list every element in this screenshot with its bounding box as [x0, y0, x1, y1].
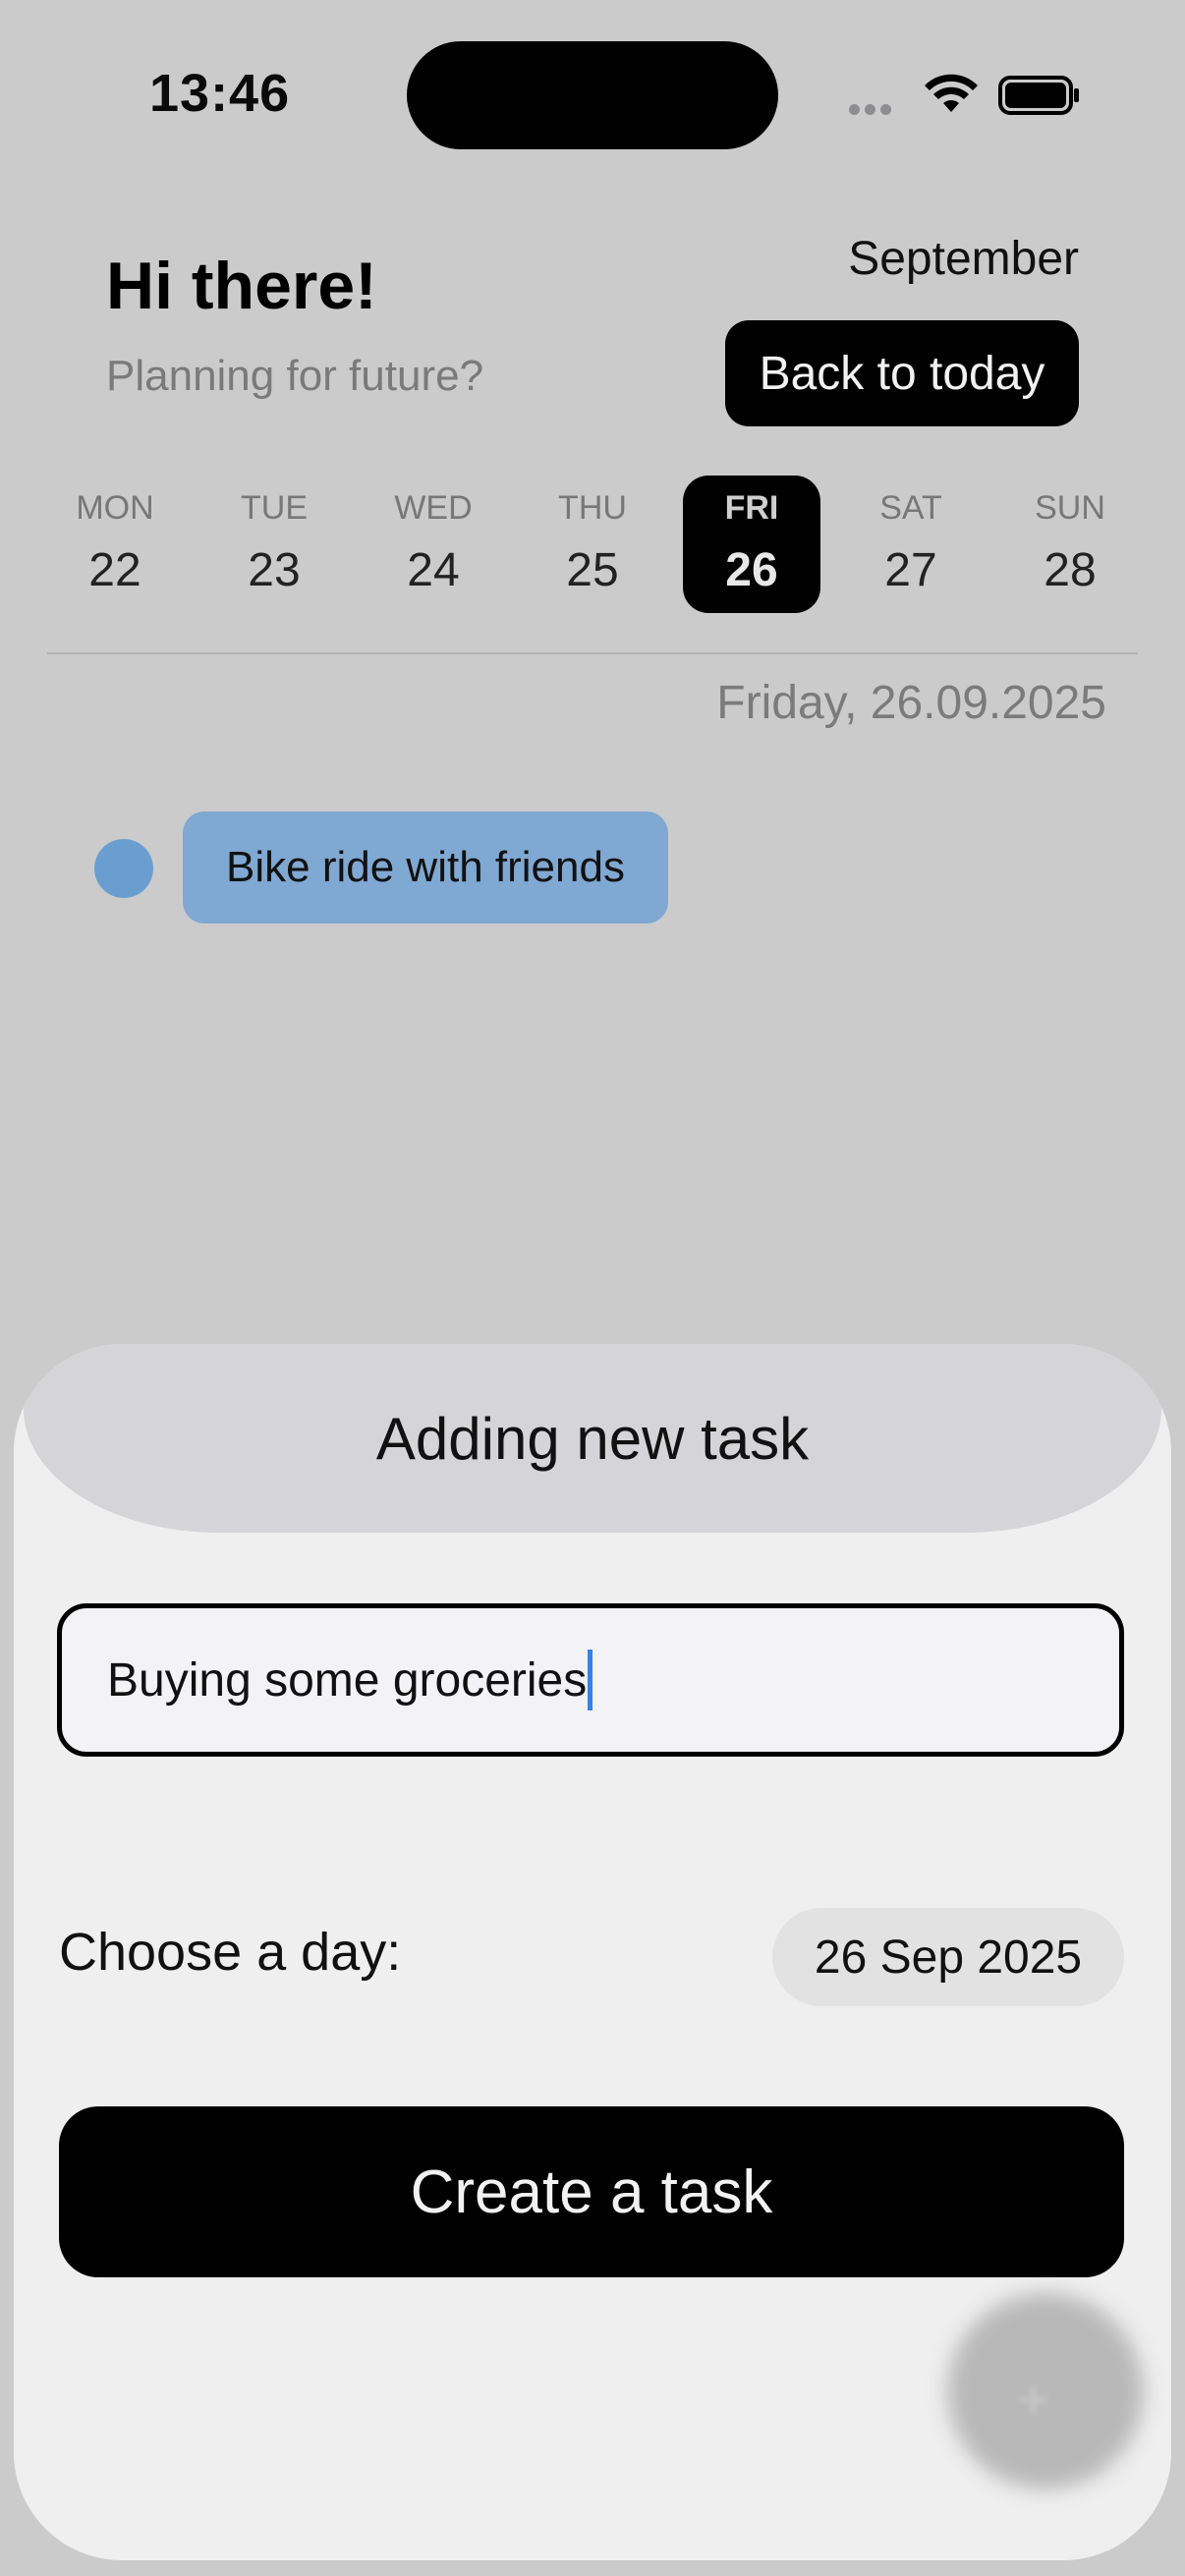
selected-date-label: Friday, 26.09.2025 — [716, 677, 1106, 729]
day-fri-selected[interactable]: FRI 26 — [683, 476, 820, 613]
day-number: 28 — [1044, 544, 1097, 596]
day-number: 23 — [248, 544, 301, 596]
day-wed[interactable]: WED 24 — [365, 476, 502, 613]
greeting-title: Hi there! — [106, 249, 377, 323]
day-name: WED — [394, 489, 473, 527]
day-number: 24 — [407, 544, 460, 596]
day-name: FRI — [724, 489, 779, 527]
wifi-icon — [925, 74, 978, 112]
day-tue[interactable]: TUE 23 — [205, 476, 343, 613]
day-name: THU — [558, 489, 627, 527]
dynamic-island — [407, 41, 778, 149]
day-number: 26 — [725, 544, 778, 596]
divider — [47, 652, 1138, 654]
task-title-value: Buying some groceries — [107, 1653, 588, 1707]
greeting-subtitle: Planning for future? — [106, 352, 484, 400]
day-number: 27 — [884, 544, 937, 596]
task-item[interactable]: Bike ride with friends — [183, 812, 668, 924]
choose-day-label: Choose a day: — [59, 1923, 402, 1982]
back-to-today-button[interactable]: Back to today — [725, 320, 1079, 426]
month-label: September — [848, 233, 1079, 285]
day-name: TUE — [241, 489, 308, 527]
day-sun[interactable]: SUN 28 — [1001, 476, 1139, 613]
day-name: SAT — [879, 489, 942, 527]
plus-icon: + — [1016, 2367, 1051, 2433]
day-name: MON — [76, 489, 154, 527]
add-task-sheet: Adding new task Buying some groceries Ch… — [14, 1344, 1171, 2560]
create-task-button[interactable]: Create a task — [59, 2106, 1124, 2277]
sheet-title: Adding new task — [24, 1344, 1161, 1533]
day-sat[interactable]: SAT 27 — [842, 476, 980, 613]
text-cursor — [588, 1650, 593, 1710]
day-name: SUN — [1035, 489, 1105, 527]
task-title-input[interactable]: Buying some groceries — [57, 1603, 1124, 1757]
day-number: 22 — [88, 544, 141, 596]
cellular-signal-icon — [849, 102, 908, 116]
status-time: 13:46 — [149, 64, 291, 123]
task-color-dot — [94, 839, 153, 898]
day-number: 25 — [566, 544, 619, 596]
battery-icon — [998, 76, 1079, 115]
date-picker[interactable]: 26 Sep 2025 — [772, 1908, 1124, 2006]
day-mon[interactable]: MON 22 — [46, 476, 184, 613]
day-thu[interactable]: THU 25 — [524, 476, 661, 613]
